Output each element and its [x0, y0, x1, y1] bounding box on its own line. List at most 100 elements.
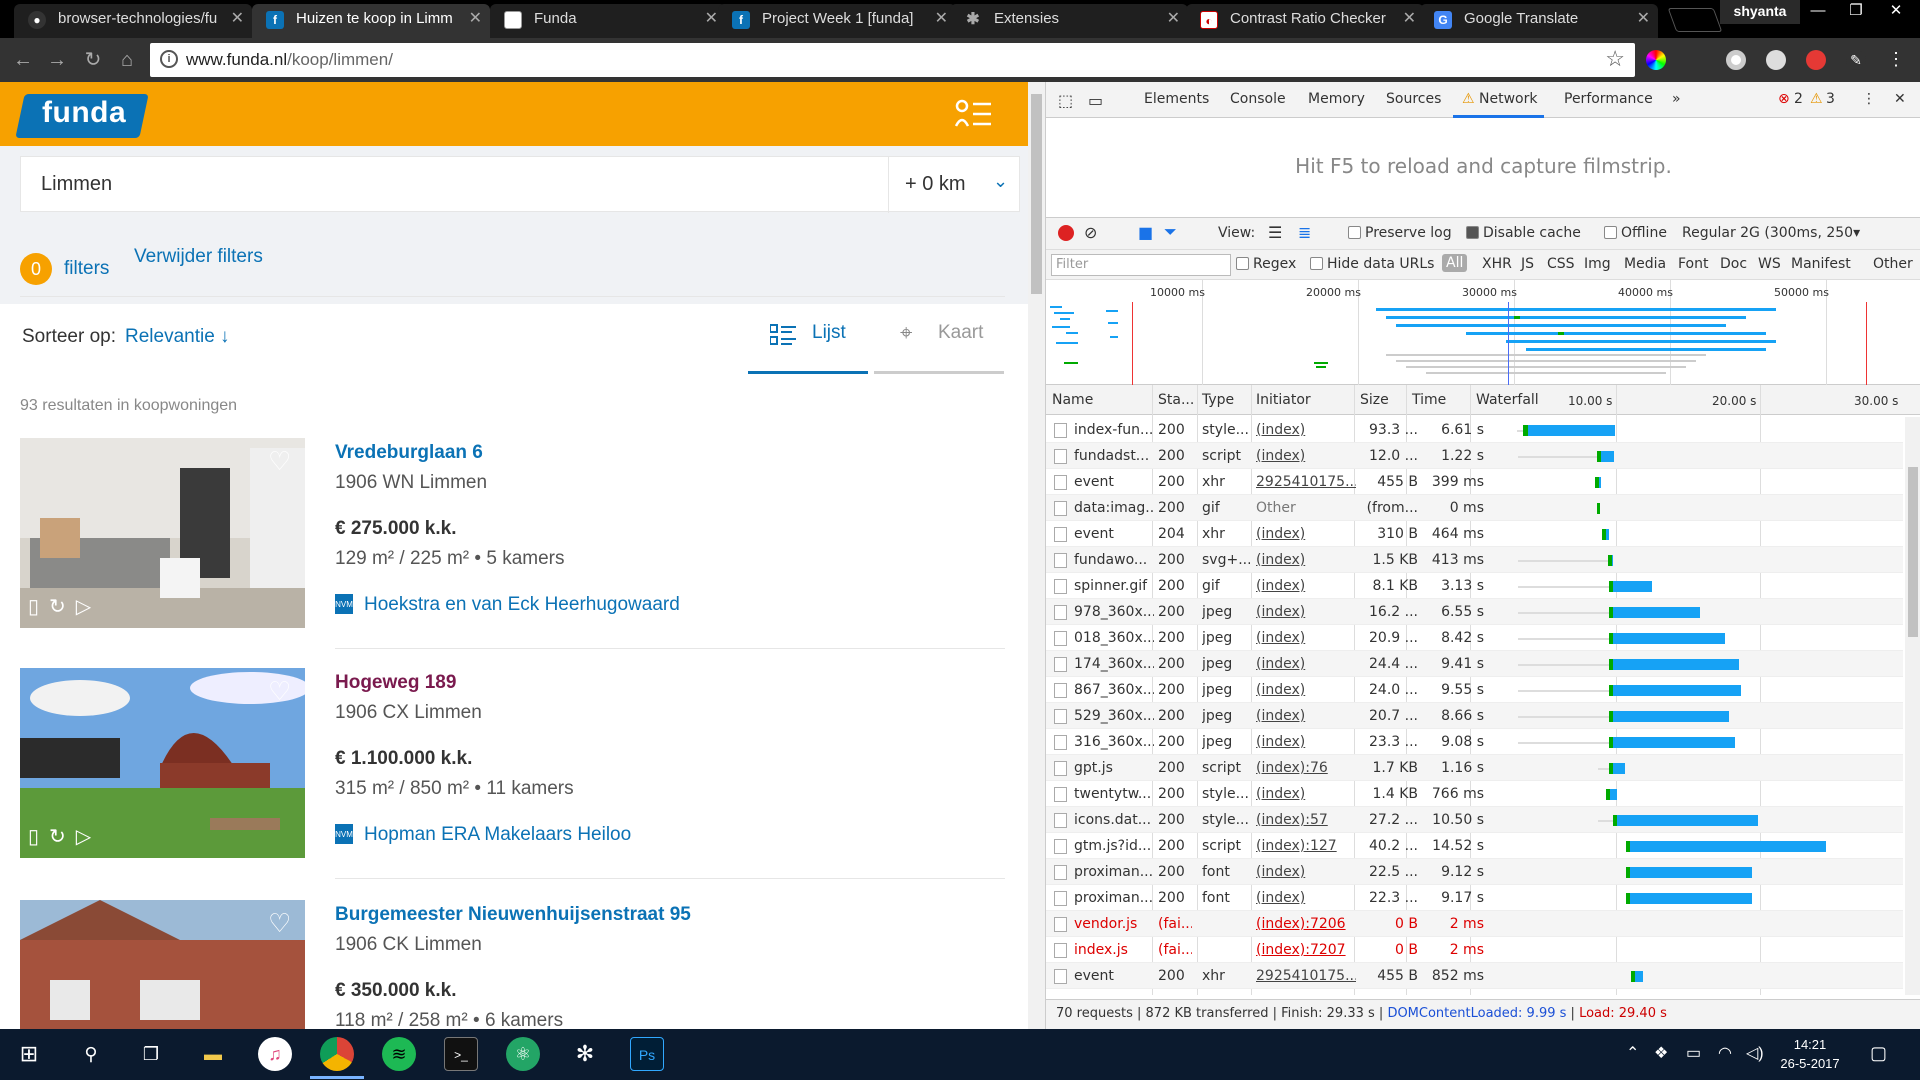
restore-icon[interactable]: ❐: [1838, 0, 1874, 24]
request-initiator[interactable]: (index): [1256, 682, 1356, 698]
request-name[interactable]: spinner.gif: [1074, 578, 1154, 594]
close-devtools-icon[interactable]: ✕: [1894, 91, 1906, 107]
request-initiator[interactable]: (index):7206: [1256, 916, 1356, 932]
request-row[interactable]: 529_360x... 200 jpeg (index) 20.7 ... 8.66 s: [1046, 703, 1903, 729]
checkbox[interactable]: [1348, 226, 1361, 239]
system-clock[interactable]: 14:21 26-5-2017: [1768, 1035, 1852, 1073]
chrome-menu-icon[interactable]: ⋮: [1886, 50, 1906, 70]
color-picker-extension-icon[interactable]: [1646, 50, 1666, 70]
request-name[interactable]: event: [1074, 968, 1154, 984]
column-header-type[interactable]: Type: [1202, 392, 1234, 408]
listing-card[interactable]: ♡ Burgemeester Nieuwenhuijsenstraat 95 1…: [0, 900, 1028, 1029]
request-row[interactable]: 978_360x... 200 jpeg (index) 16.2 ... 6.55 s: [1046, 599, 1903, 625]
reload-icon[interactable]: ↻: [78, 46, 108, 74]
device-toolbar-icon[interactable]: ▭: [1088, 91, 1103, 110]
atom-icon[interactable]: ⚛: [506, 1037, 540, 1071]
request-name[interactable]: icons.dat...: [1074, 812, 1154, 828]
request-initiator[interactable]: (index): [1256, 448, 1356, 464]
request-initiator[interactable]: (index):7207: [1256, 942, 1356, 958]
request-name[interactable]: data:imag...: [1074, 500, 1154, 516]
devtools-menu-icon[interactable]: ⋮: [1862, 91, 1876, 107]
close-icon[interactable]: ✕: [1403, 4, 1416, 34]
tab-browser-technologies[interactable]: ● browser-technologies/fu ✕: [14, 4, 252, 38]
request-name[interactable]: proximan...: [1074, 890, 1154, 906]
minimize-icon[interactable]: —: [1800, 0, 1836, 24]
extension-icon[interactable]: [1766, 50, 1786, 70]
filter-input[interactable]: Filter: [1051, 254, 1231, 276]
request-name[interactable]: event: [1074, 474, 1154, 490]
request-initiator[interactable]: (index):57: [1256, 812, 1356, 828]
listing-address[interactable]: Vredeburglaan 6: [335, 442, 483, 464]
request-initiator[interactable]: (index): [1256, 890, 1356, 906]
volume-icon[interactable]: ◁): [1746, 1043, 1764, 1063]
column-header-waterfall[interactable]: Waterfall: [1476, 392, 1539, 408]
type-filter-font[interactable]: Font: [1678, 256, 1708, 272]
request-initiator[interactable]: 2925410175...: [1256, 968, 1356, 984]
type-filter-xhr[interactable]: XHR: [1482, 256, 1512, 272]
request-initiator[interactable]: (index): [1256, 708, 1356, 724]
preserve-log-checkbox[interactable]: Preserve log: [1348, 225, 1452, 241]
photo-actions-icons[interactable]: ▯↻▷: [28, 824, 101, 849]
photo-actions-icons[interactable]: ▯↻▷: [28, 594, 101, 619]
request-name[interactable]: 174_360x...: [1074, 656, 1154, 672]
request-initiator[interactable]: (index): [1256, 864, 1356, 880]
request-name[interactable]: fundawo...: [1074, 552, 1154, 568]
request-initiator[interactable]: (index): [1256, 786, 1356, 802]
record-icon[interactable]: [1058, 225, 1074, 241]
disable-cache-checkbox[interactable]: Disable cache: [1466, 225, 1581, 241]
request-name[interactable]: twentytw...: [1074, 786, 1154, 802]
request-initiator[interactable]: (index):76: [1256, 760, 1356, 776]
column-header-status[interactable]: Sta...: [1158, 392, 1194, 408]
tab-contrast-ratio[interactable]: ◐ Contrast Ratio Checker ✕: [1186, 4, 1424, 38]
new-tab-button[interactable]: [1667, 8, 1723, 32]
request-row[interactable]: gpt.js 200 script (index):76 1.7 KB 1.16 s: [1046, 755, 1903, 781]
checkbox[interactable]: [1466, 226, 1479, 239]
close-icon[interactable]: ✕: [705, 4, 718, 34]
request-initiator[interactable]: (index): [1256, 552, 1356, 568]
request-row[interactable]: event 200 xhr 2925410175... 455 B 399 ms: [1046, 469, 1903, 495]
request-row[interactable]: 316_360x... 200 jpeg (index) 23.3 ... 9.08 s: [1046, 729, 1903, 755]
request-row[interactable]: gtm.js?id... 200 script (index):127 40.2 ...…: [1046, 833, 1903, 859]
request-name[interactable]: gtm.js?id...: [1074, 838, 1154, 854]
tab-elements[interactable]: Elements: [1144, 91, 1209, 107]
request-name[interactable]: fundadst...: [1074, 448, 1154, 464]
tab-google-translate[interactable]: G Google Translate ✕: [1420, 4, 1658, 38]
column-header-name[interactable]: Name: [1052, 392, 1093, 408]
request-initiator[interactable]: (index): [1256, 422, 1356, 438]
notifications-icon[interactable]: ▢: [1870, 1043, 1887, 1064]
type-filter-ws[interactable]: WS: [1758, 256, 1781, 272]
request-name[interactable]: gpt.js: [1074, 760, 1154, 776]
large-rows-icon[interactable]: ☰: [1268, 223, 1282, 242]
request-row[interactable]: index-fun... 200 style... (index) 93.3 ... 6.…: [1046, 417, 1903, 443]
request-row[interactable]: vendor.js (fai... (index):7206 0 B 2 ms: [1046, 911, 1903, 937]
request-name[interactable]: index.js: [1074, 942, 1154, 958]
info-icon[interactable]: i: [160, 50, 178, 68]
listing-card[interactable]: ♡ ▯↻▷ Hogeweg 189 1906 CX Limmen € 1.100…: [0, 668, 1028, 898]
request-row[interactable]: proximan... 200 font (index) 22.3 ... 9.17 s: [1046, 885, 1903, 911]
close-icon[interactable]: ✕: [231, 4, 244, 34]
request-row[interactable]: fundadst... 200 script (index) 12.0 ... 1.22 …: [1046, 443, 1903, 469]
type-filter-doc[interactable]: Doc: [1720, 256, 1747, 272]
tab-project-week[interactable]: f Project Week 1 [funda] ✕: [718, 4, 956, 38]
request-row[interactable]: twentytw... 200 style... (index) 1.4 KB 766 m…: [1046, 781, 1903, 807]
tab-network[interactable]: Network: [1479, 91, 1537, 107]
forward-icon[interactable]: →: [42, 46, 72, 74]
listing-agent[interactable]: Hoekstra en van Eck Heerhugowaard: [364, 594, 680, 616]
home-icon[interactable]: ⌂: [112, 46, 142, 74]
remove-filters-link[interactable]: Verwijder filters: [134, 246, 263, 268]
scrollbar-thumb[interactable]: [1031, 94, 1042, 294]
requests-scrollbar[interactable]: [1905, 417, 1920, 995]
favorite-heart-icon[interactable]: ♡: [268, 676, 291, 707]
radius-select[interactable]: + 0 km: [905, 173, 966, 196]
error-icon[interactable]: ⊗: [1778, 91, 1790, 107]
request-initiator[interactable]: (index): [1256, 656, 1356, 672]
tray-expand-icon[interactable]: ⌃: [1626, 1043, 1639, 1063]
menu-icon[interactable]: [955, 96, 993, 130]
profile-button[interactable]: shyanta: [1720, 0, 1800, 24]
filter-count-badge[interactable]: 0: [20, 253, 52, 285]
view-list-tab[interactable]: Lijst: [748, 312, 868, 374]
address-bar[interactable]: i www.funda.nl/koop/limmen/ ☆: [150, 43, 1635, 77]
scrollbar-thumb[interactable]: [1908, 467, 1918, 637]
back-icon[interactable]: ←: [8, 46, 38, 74]
close-window-icon[interactable]: ✕: [1878, 0, 1914, 24]
